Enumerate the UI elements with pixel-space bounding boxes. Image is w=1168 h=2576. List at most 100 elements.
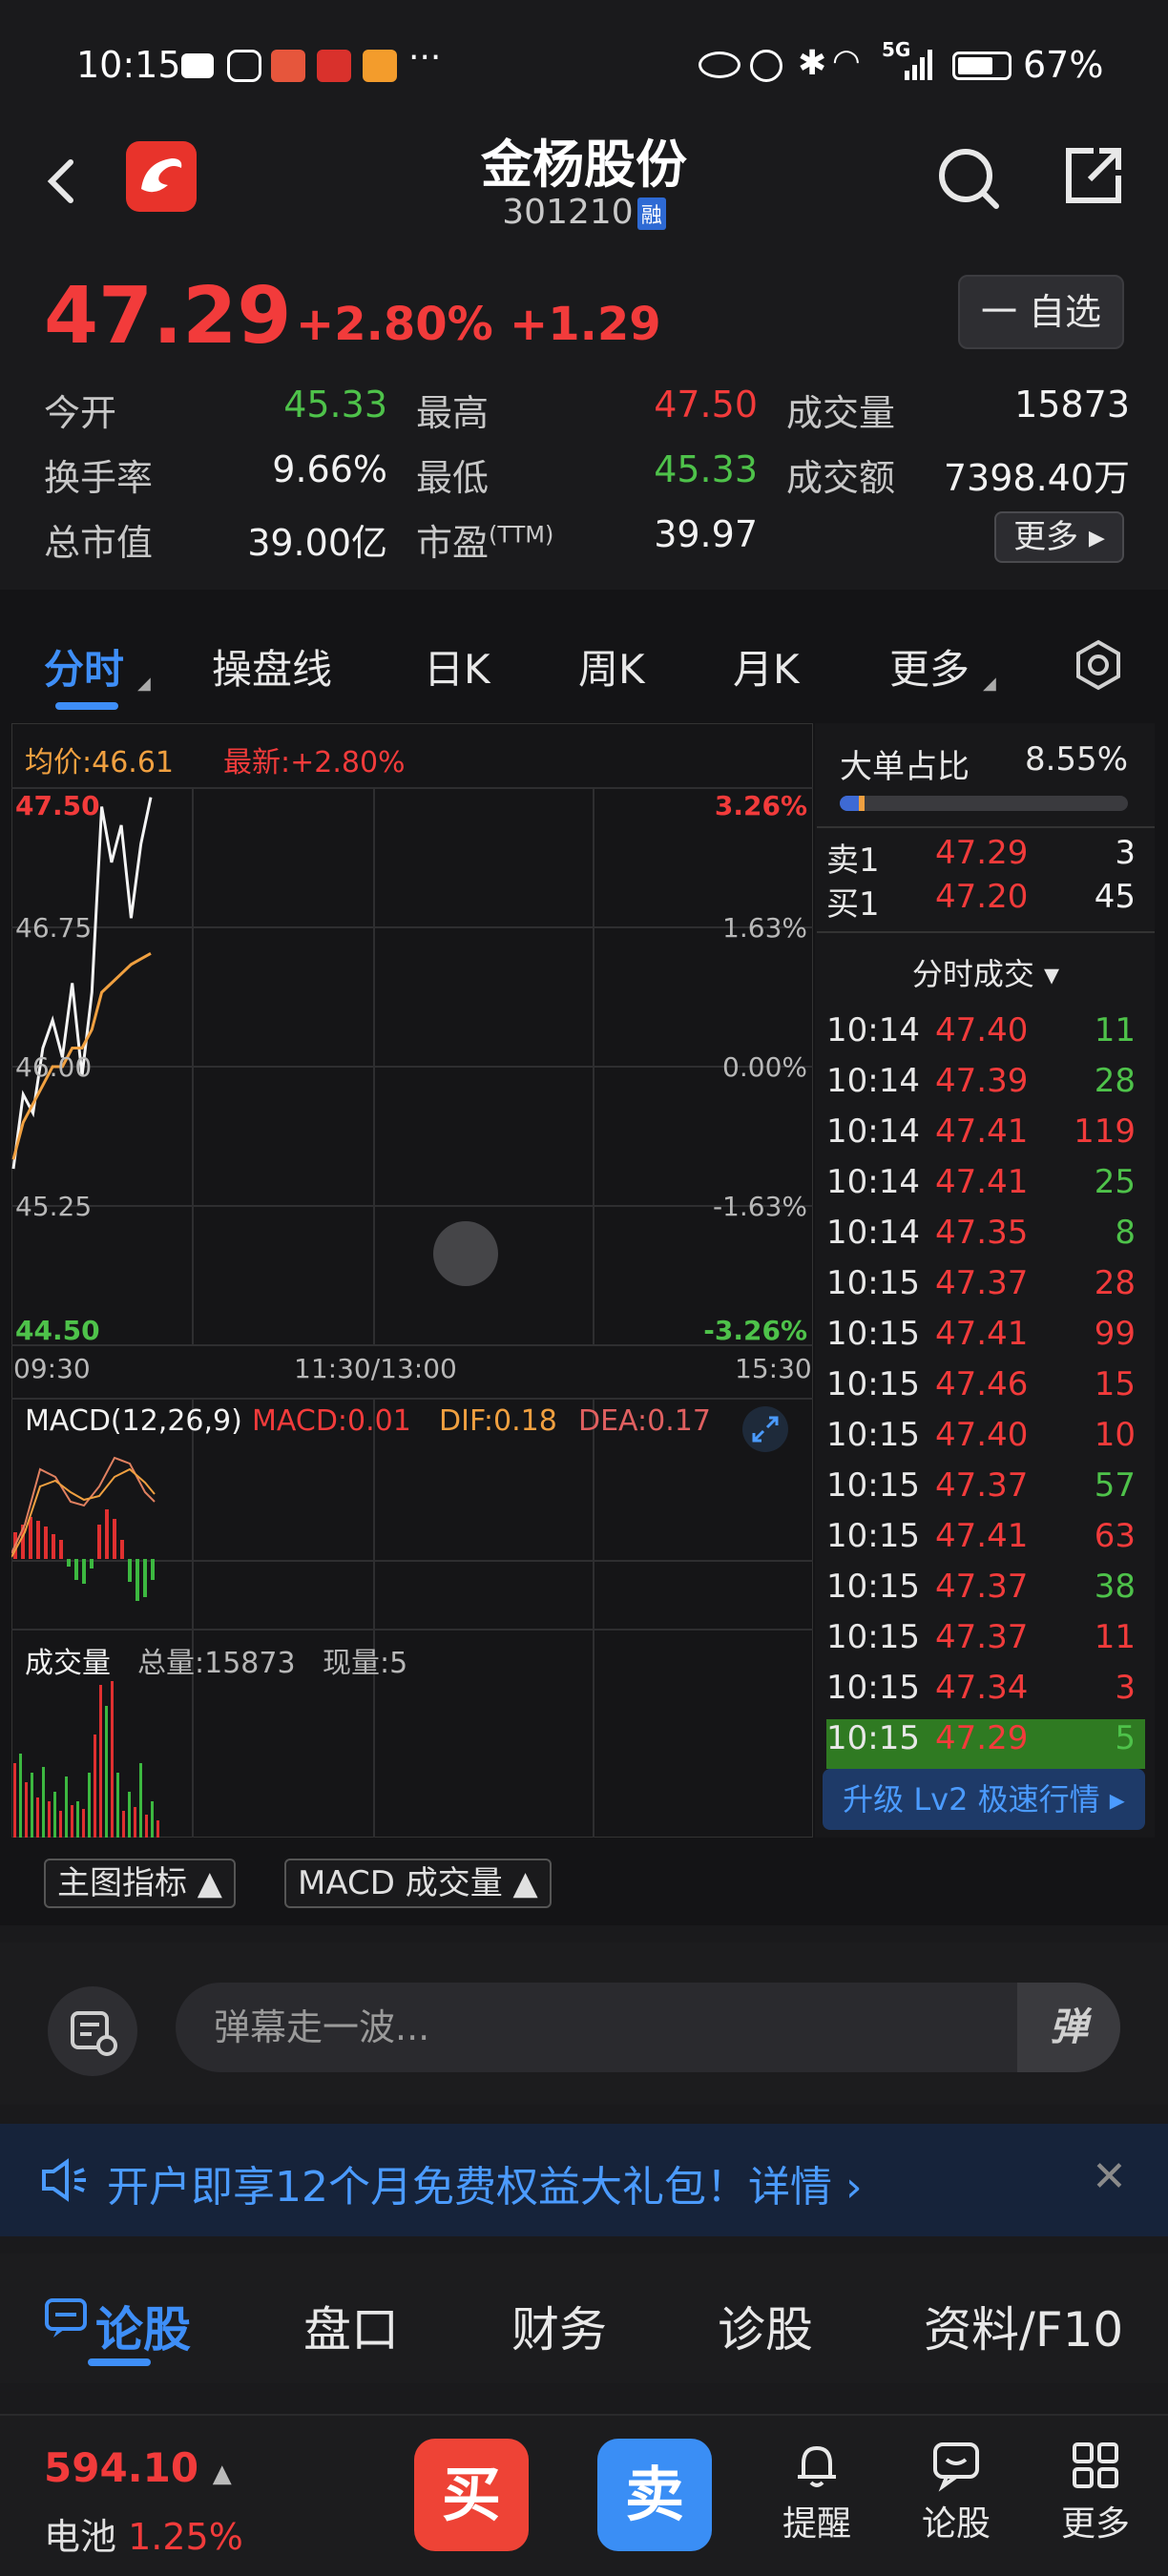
up-arrow-icon: ▲ — [212, 2460, 232, 2488]
tick-volume: 28 — [1094, 1264, 1136, 1302]
y-label-2: 46.75 — [15, 912, 93, 944]
touch-indicator — [433, 1221, 498, 1286]
pct-label-min: -3.26% — [703, 1315, 807, 1346]
intraday-chart[interactable] — [11, 723, 813, 1838]
x-label-mid: 11:30/13:00 — [294, 1353, 457, 1384]
sell1-label: 卖1 — [826, 841, 880, 880]
tick-volume: 57 — [1094, 1466, 1136, 1505]
back-icon[interactable] — [38, 153, 86, 210]
current-volume-label: 现量:5 — [323, 1647, 408, 1680]
tick-price: 47.41 — [935, 1163, 1029, 1201]
tab-discussion[interactable]: 论股 — [95, 2292, 191, 2360]
sub-indicator-button[interactable]: MACD 成交量 ▲ — [284, 1859, 552, 1908]
sector-index-name-line[interactable]: 电池 1.25% — [44, 2507, 243, 2560]
pct-label-4: -1.63% — [712, 1191, 807, 1222]
promo-text[interactable]: 开户即享12个月免费权益大礼包！详情 › — [107, 2152, 863, 2213]
buy1-label: 买1 — [826, 885, 880, 924]
tab-diagnosis[interactable]: 诊股 — [718, 2292, 813, 2360]
price-line — [11, 797, 153, 1170]
trade-tick-row: 10:15 47.40 10 — [826, 1416, 1145, 1465]
pe-value: 39.97 — [654, 513, 758, 555]
open-label: 今开 — [44, 392, 117, 434]
more-button[interactable]: 更多 — [1048, 2439, 1143, 2545]
more-notifs-icon: ··· — [408, 38, 442, 77]
sell-button[interactable]: 卖 — [597, 2439, 712, 2551]
sector-index-value[interactable]: 594.10 ▲ — [44, 2444, 232, 2491]
tab-more[interactable]: 更多 — [889, 637, 970, 696]
trade-tick-row: 10:15 47.46 15 — [826, 1365, 1145, 1415]
tick-price: 47.40 — [935, 1416, 1029, 1454]
volume-value: 15873 — [1014, 384, 1130, 426]
tick-time: 10:15 — [826, 1719, 920, 1757]
tick-price: 47.40 — [935, 1011, 1029, 1049]
chat-icon — [44, 2297, 88, 2339]
tick-price: 47.41 — [935, 1517, 1029, 1555]
trade-tick-row: 10:14 47.35 8 — [826, 1214, 1145, 1263]
app-logo — [126, 141, 197, 212]
tab-order-book[interactable]: 盘口 — [303, 2292, 399, 2360]
danmu-input[interactable]: 弹幕走一波... — [176, 1983, 1120, 2072]
share-icon[interactable] — [1063, 145, 1124, 206]
tick-volume: 11 — [1094, 1618, 1136, 1656]
pct-label-mid: 0.00% — [722, 1051, 807, 1083]
discuss-button[interactable]: 论股 — [908, 2439, 1004, 2545]
tab-profile-f10[interactable]: 资料/F10 — [924, 2292, 1123, 2360]
tick-price: 47.41 — [935, 1112, 1029, 1151]
more-quote-button[interactable]: 更多 ▸ — [994, 511, 1124, 563]
tick-price: 47.37 — [935, 1264, 1029, 1302]
tab-monthly-k[interactable]: 月K — [733, 637, 800, 696]
trade-tick-row: 10:15 47.37 57 — [826, 1466, 1145, 1516]
bluetooth-icon: ✱ — [798, 44, 827, 83]
tick-volume: 38 — [1094, 1568, 1136, 1606]
tick-time: 10:15 — [826, 1315, 920, 1353]
tab-weekly-k[interactable]: 周K — [578, 637, 645, 696]
tick-time: 10:15 — [826, 1618, 920, 1656]
tab-daily-k[interactable]: 日K — [424, 637, 490, 696]
turnover-label: 换手率 — [44, 457, 154, 499]
upgrade-lv2-button[interactable]: 升级 Lv2 极速行情 ▸ — [823, 1769, 1145, 1830]
danmu-send-button[interactable]: 弹 — [1017, 1983, 1120, 2072]
app-notif-icon-2 — [317, 50, 351, 82]
divider — [817, 826, 1155, 828]
tick-volume: 63 — [1094, 1517, 1136, 1555]
big-order-bar — [840, 796, 1128, 811]
volume-label: 成交量 — [786, 392, 896, 434]
ticks-header-dropdown[interactable]: 分时成交 ▾ — [817, 950, 1155, 994]
tick-price: 47.34 — [935, 1669, 1029, 1707]
alert-button[interactable]: 提醒 — [769, 2439, 865, 2545]
close-icon[interactable]: ✕ — [1092, 2152, 1127, 2201]
search-icon[interactable] — [935, 145, 1002, 212]
sector-name: 电池 — [44, 2516, 117, 2558]
tab-trading-line[interactable]: 操盘线 — [212, 637, 332, 696]
expand-icon[interactable] — [742, 1406, 788, 1452]
y-label-max: 47.50 — [15, 790, 100, 821]
wifi-icon: ◠ — [832, 42, 861, 80]
tab-intraday[interactable]: 分时 — [44, 637, 124, 696]
open-value: 45.33 — [283, 384, 387, 426]
tick-time: 10:15 — [826, 1466, 920, 1505]
tick-volume: 99 — [1094, 1315, 1136, 1353]
add-watchlist-button[interactable]: 一 自选 — [958, 275, 1124, 349]
battery-percent: 67% — [1023, 44, 1104, 86]
tab-active-indicator — [55, 702, 118, 710]
buy-button[interactable]: 买 — [414, 2439, 529, 2551]
battery-icon — [952, 52, 1012, 80]
tick-time: 10:14 — [826, 1214, 920, 1252]
main-indicator-button[interactable]: 主图指标 ▲ — [44, 1859, 236, 1908]
tick-time: 10:14 — [826, 1062, 920, 1100]
trade-tick-row: 10:15 47.37 38 — [826, 1568, 1145, 1617]
sell1-price: 47.29 — [935, 834, 1029, 872]
trade-tick-row: 10:15 47.37 11 — [826, 1618, 1145, 1668]
danmu-settings-icon[interactable] — [48, 1986, 137, 2076]
sector-index-number: 594.10 — [44, 2444, 199, 2491]
tick-time: 10:14 — [826, 1112, 920, 1151]
trade-tick-row: 10:15 47.41 63 — [826, 1517, 1145, 1567]
dif-value: DIF:0.18 — [439, 1404, 557, 1438]
trade-tick-row: 10:14 47.39 28 — [826, 1062, 1145, 1111]
total-volume-label: 总量:15873 — [137, 1647, 296, 1680]
tab-financials[interactable]: 财务 — [511, 2292, 607, 2360]
stock-code-line: 301210 融 — [382, 193, 786, 232]
tick-time: 10:15 — [826, 1264, 920, 1302]
settings-icon[interactable] — [1073, 639, 1124, 691]
y-label-4: 45.25 — [15, 1191, 93, 1222]
